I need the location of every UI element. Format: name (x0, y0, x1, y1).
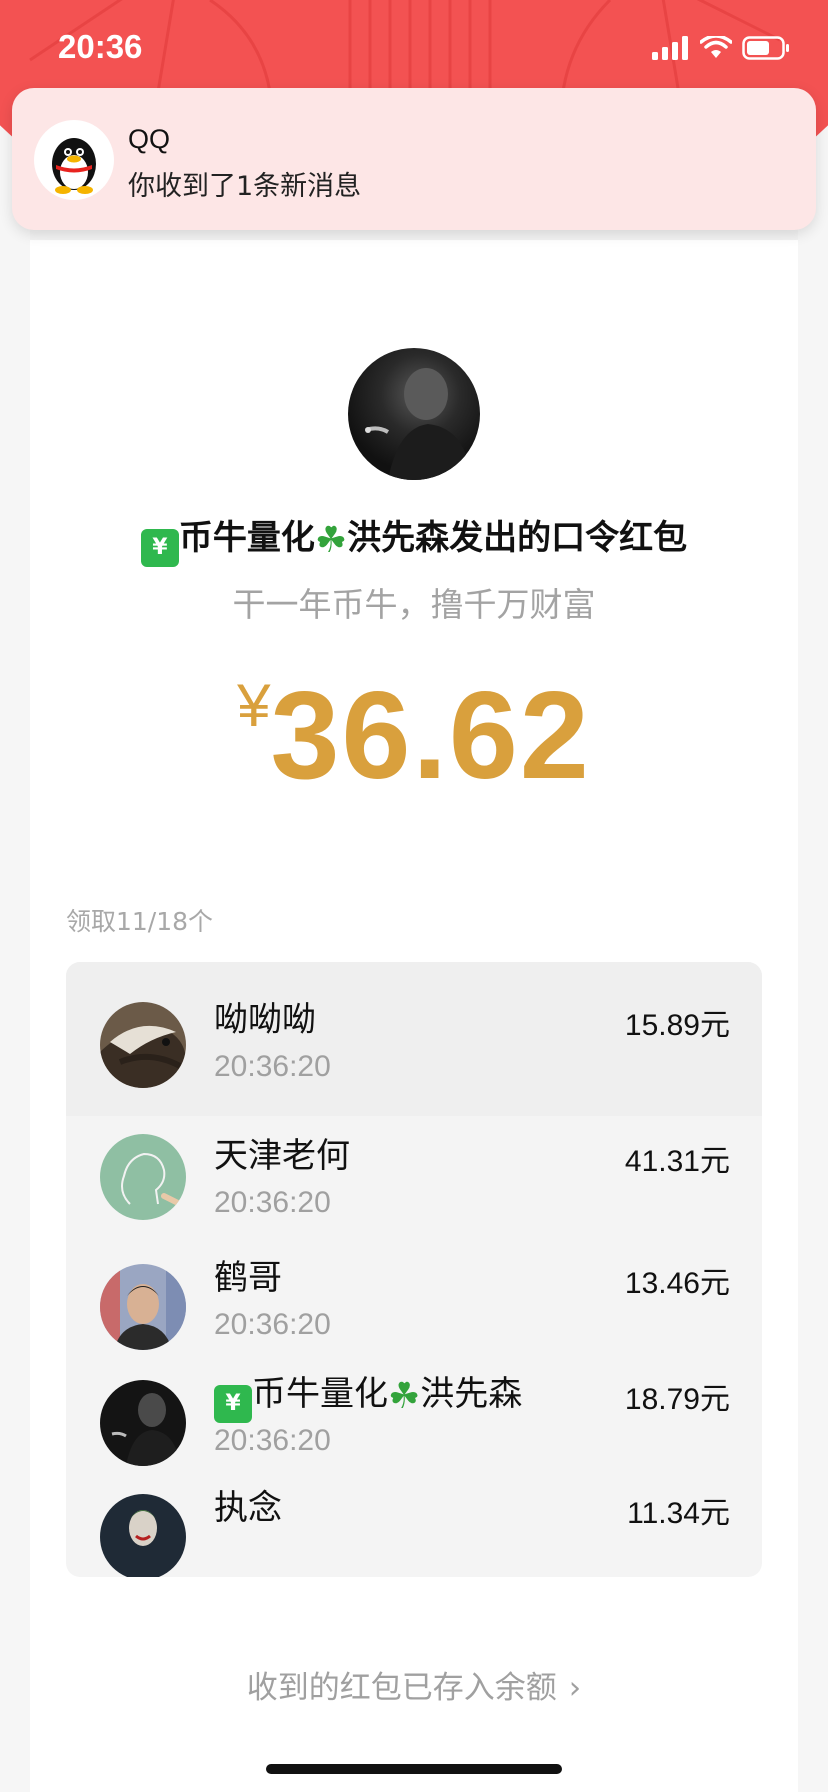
claims-list[interactable]: 呦呦呦 20:36:20 15.89元 天津老何 20:36:20 41.31元 (66, 962, 762, 1577)
chalk-drawing-avatar (100, 1134, 186, 1220)
claimer-name-suffix: 洪先森 (420, 1374, 523, 1414)
claim-time: 20:36:20 (214, 1186, 331, 1219)
joker-avatar (100, 1494, 186, 1577)
claim-amount: 41.31元 (624, 1145, 730, 1178)
currency-symbol: ¥ (237, 672, 271, 739)
chart-badge-icon: ¥ (140, 529, 179, 567)
packet-amount: ¥36.62 (0, 665, 828, 807)
claim-count: 领取11/18个 (66, 907, 214, 936)
sender-title-prefix: 币牛量化 (178, 518, 315, 558)
four-leaf-clover-icon: ☘ (388, 1376, 421, 1417)
status-time: 20:36 (58, 28, 143, 65)
claimer-name: ¥ 币牛量化☘洪先森 (214, 1366, 522, 1423)
claim-amount: 11.34元 (627, 1497, 730, 1530)
status-bar: 20:36 (0, 0, 828, 90)
sender-title: ¥ 币牛量化☘洪先森发出的口令红包 (0, 510, 828, 567)
claim-time: 20:36:20 (214, 1424, 331, 1457)
packet-greeting: 干一年币牛，撸千万财富 (232, 585, 596, 624)
sender-title-suffix: 发出的口令红包 (449, 518, 688, 558)
list-item[interactable]: 呦呦呦 20:36:20 15.89元 (66, 962, 762, 1116)
claim-time: 20:36:20 (214, 1050, 331, 1083)
four-leaf-clover-icon: ☘ (314, 520, 348, 561)
list-item[interactable]: ¥ 币牛量化☘洪先森 20:36:20 18.79元 (66, 1374, 762, 1490)
battery-icon (742, 36, 789, 60)
home-indicator[interactable] (266, 1764, 562, 1774)
wolf-photo-avatar (100, 1002, 186, 1088)
qq-notification-banner[interactable]: QQ 你收到了1条新消息 (12, 88, 816, 230)
balance-deposit-label: 收到的红包已存入余额 (246, 1670, 557, 1706)
claim-amount: 18.79元 (624, 1383, 730, 1416)
claimer-name: 呦呦呦 (214, 1000, 316, 1040)
balance-deposit-link[interactable]: 收到的红包已存入余额 › (0, 1662, 828, 1707)
status-icons (652, 36, 790, 60)
man-photo-avatar (100, 1264, 186, 1350)
amount-value: 36.62 (270, 667, 591, 805)
sender-title-name: 洪先森 (347, 518, 450, 558)
qq-penguin-icon (34, 120, 114, 200)
list-item[interactable]: 执念 11.34元 (66, 1488, 762, 1577)
list-item[interactable]: 鹤哥 20:36:20 13.46元 (66, 1246, 762, 1376)
red-packet-detail-screen: 20:36 QQ 你收到了1条新消息 ¥ 币牛量化☘洪先森发出的口令红包 干一年… (0, 0, 828, 1792)
wifi-icon (700, 36, 732, 58)
notification-app-name: QQ (128, 124, 171, 154)
signal-icon (652, 36, 688, 60)
chevron-right-icon: › (568, 1670, 582, 1706)
claimer-name: 天津老何 (214, 1136, 350, 1176)
list-item[interactable]: 天津老何 20:36:20 41.31元 (66, 1116, 762, 1246)
chart-badge-icon: ¥ (214, 1385, 252, 1423)
claim-amount: 15.89元 (624, 1009, 730, 1042)
smoking-man-avatar (100, 1380, 186, 1466)
notification-message: 你收到了1条新消息 (128, 171, 362, 202)
claim-time: 20:36:20 (214, 1308, 331, 1341)
sender-avatar[interactable] (348, 348, 480, 480)
claim-amount: 13.46元 (624, 1267, 730, 1300)
claimer-name: 鹤哥 (214, 1258, 282, 1298)
claimer-name: 执念 (214, 1488, 282, 1528)
claimer-name-prefix: 币牛量化 (252, 1374, 388, 1414)
